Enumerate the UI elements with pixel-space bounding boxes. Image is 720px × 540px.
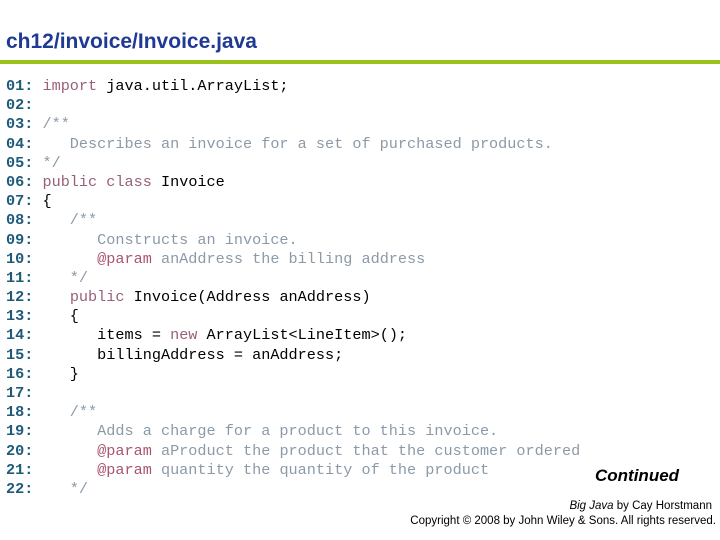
code-keyword: import: [42, 77, 98, 95]
book-author: by Cay Horstmann: [613, 500, 712, 512]
code-comment: [42, 461, 97, 479]
code-listing: 01: import java.util.ArrayList; 02: 03: /…: [6, 77, 580, 499]
line-number: 05:: [6, 153, 34, 172]
code-text: ArrayList<LineItem>();: [197, 326, 408, 345]
code-keyword: public: [42, 172, 98, 191]
code-line: 19: Adds a charge for a product to this …: [6, 422, 580, 441]
line-number: 20:: [6, 441, 34, 460]
code-comment: [42, 250, 97, 268]
line-number: 02:: [6, 96, 34, 115]
code-line: 10: @param anAddress the billing address: [6, 250, 580, 269]
line-number: 22:: [6, 479, 34, 498]
code-comment: /**: [42, 211, 98, 230]
code-keyword: public: [69, 288, 125, 307]
line-number: 15:: [6, 345, 34, 364]
code-text: billingAddress = anAddress;: [42, 345, 344, 364]
code-line: 13: {: [6, 307, 580, 326]
code-text: {: [42, 192, 52, 211]
line-number: 03:: [6, 115, 34, 134]
line-number: 10:: [6, 249, 34, 268]
code-line: 09: Constructs an invoice.: [6, 231, 580, 250]
code-comment: /**: [42, 403, 98, 422]
book-credit: Big Java by Cay Horstmann: [569, 500, 712, 512]
line-number: 08:: [6, 211, 34, 230]
code-line: 16: }: [6, 365, 580, 384]
line-number: 21:: [6, 460, 34, 479]
javadoc-tag: @param: [97, 249, 152, 268]
code-text: {: [42, 307, 79, 326]
code-text: Invoice: [151, 172, 225, 191]
code-line: 11: */: [6, 269, 580, 288]
code-text: Invoice(Address anAddress): [124, 288, 371, 307]
line-number: 09:: [6, 230, 34, 249]
code-line: 17:: [6, 384, 580, 403]
line-number: 07:: [6, 192, 34, 211]
continued-label: Continued: [595, 466, 680, 485]
code-comment: anAddress the billing address: [151, 249, 426, 268]
book-title: Big Java: [569, 500, 614, 512]
javadoc-tag: @param: [97, 441, 152, 460]
code-line: 22: */: [6, 480, 580, 499]
code-line: 06: public class Invoice: [6, 173, 580, 192]
code-comment: /**: [42, 115, 70, 134]
code-text: items =: [42, 326, 171, 345]
code-comment: aProduct the product that the customer o…: [151, 441, 581, 460]
code-line: 02:: [6, 96, 580, 115]
line-number: 01:: [6, 77, 34, 95]
code-line: 15: billingAddress = anAddress;: [6, 346, 580, 365]
code-comment: */: [42, 268, 89, 287]
code-line: 03: /**: [6, 115, 580, 134]
code-comment: quantity the quantity of the product: [151, 460, 490, 479]
code-keyword: new: [170, 326, 198, 345]
code-line: 05: */: [6, 154, 580, 173]
code-line: 12: public Invoice(Address anAddress): [6, 288, 580, 307]
code-line: 14: items = new ArrayList<LineItem>();: [6, 326, 580, 345]
code-keyword: class: [106, 172, 152, 191]
code-comment: Describes an invoice for a set of purcha…: [42, 134, 553, 153]
line-number: 14:: [6, 326, 34, 345]
javadoc-tag: @param: [97, 460, 152, 479]
code-comment: [42, 442, 97, 460]
code-line: 20: @param aProduct the product that the…: [6, 442, 580, 461]
line-number: 12:: [6, 288, 34, 307]
line-number: 18:: [6, 403, 34, 422]
code-comment: */: [42, 153, 61, 172]
line-number: 04:: [6, 134, 34, 153]
line-number: 19:: [6, 422, 34, 441]
code-line: 21: @param quantity the quantity of the …: [6, 461, 580, 480]
code-comment: */: [42, 479, 89, 498]
code-comment: Constructs an invoice.: [42, 230, 298, 249]
code-line: 07: {: [6, 192, 580, 211]
code-line: 04: Describes an invoice for a set of pu…: [6, 135, 580, 154]
copyright-notice: Copyright © 2008 by John Wiley & Sons. A…: [410, 515, 716, 527]
code-line: 18: /**: [6, 403, 580, 422]
line-number: 13:: [6, 307, 34, 326]
code-line: 08: /**: [6, 211, 580, 230]
title-underline-divider: [0, 60, 720, 64]
code-comment: Adds a charge for a product to this invo…: [42, 422, 499, 441]
code-text: java.util.ArrayList;: [97, 77, 289, 95]
line-number: 17:: [6, 384, 34, 402]
line-number: 16:: [6, 364, 34, 383]
code-text: }: [42, 364, 79, 383]
line-number: 06:: [6, 172, 34, 191]
code-line: 01: import java.util.ArrayList;: [6, 77, 580, 96]
file-title: ch12/invoice/Invoice.java: [6, 30, 257, 53]
line-number: 11:: [6, 268, 34, 287]
